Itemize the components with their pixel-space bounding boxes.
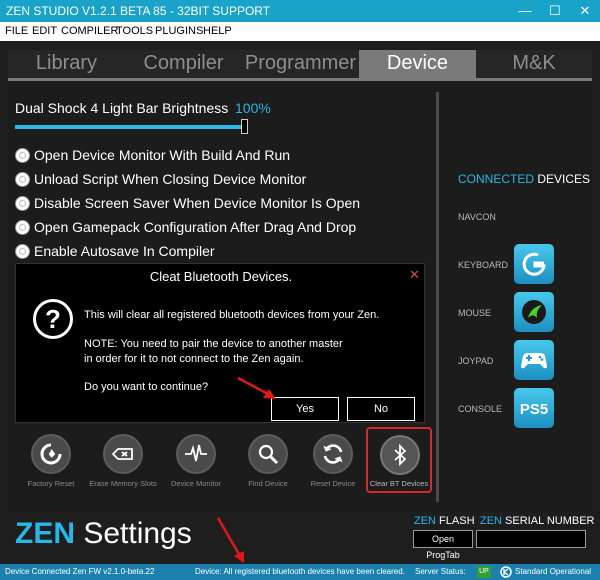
- logitech-g-icon[interactable]: [514, 244, 554, 284]
- reset-device-button[interactable]: Reset Device: [298, 429, 368, 501]
- option-radio[interactable]: [15, 244, 30, 259]
- status-operational: Standard Operational: [515, 567, 592, 576]
- connected-title-accent: CONNECTED: [458, 172, 535, 186]
- yes-button[interactable]: Yes: [271, 397, 339, 421]
- svg-text:PS5: PS5: [520, 401, 548, 418]
- option-radio[interactable]: [15, 172, 30, 187]
- option-label: Unload Script When Closing Device Monito…: [34, 171, 307, 187]
- dialog-question: Do you want to continue?: [84, 381, 209, 393]
- option-label: Disable Screen Saver When Device Monitor…: [34, 195, 361, 211]
- tool-label: Find Device: [248, 479, 288, 488]
- flash-rest: FLASH: [436, 515, 475, 527]
- menu-file[interactable]: FILE: [5, 25, 28, 37]
- zen-serial-title: ZEN SERIAL NUMBER: [480, 515, 595, 527]
- serial-number-field: [476, 530, 586, 548]
- menu-tools[interactable]: TOOLS: [116, 25, 153, 37]
- gamepad-icon[interactable]: [514, 340, 554, 380]
- minimize-button[interactable]: —: [510, 0, 540, 22]
- clear-bt-devices-button[interactable]: Clear BT Devices: [366, 427, 432, 493]
- close-button[interactable]: ✕: [570, 0, 600, 22]
- status-device-connected: Device Connected Zen FW v2.1.0-beta.22: [5, 567, 155, 576]
- menu-compiler[interactable]: COMPILER: [61, 25, 118, 37]
- tab-library[interactable]: Library: [8, 50, 125, 78]
- factory-reset-icon: [31, 434, 71, 474]
- dialog-close-icon[interactable]: ✕: [409, 267, 420, 283]
- refresh-icon: [313, 434, 353, 474]
- device-monitor-button[interactable]: Device Monitor: [161, 429, 231, 501]
- panel-divider: [436, 92, 439, 502]
- tool-label: Erase Memory Slots: [89, 479, 157, 488]
- tool-label: Factory Reset: [27, 479, 75, 488]
- option-radio[interactable]: [15, 220, 30, 235]
- razer-logo-icon[interactable]: [514, 292, 554, 332]
- title-bar: ZEN STUDIO V1.2.1 BETA 85 - 32BIT SUPPOR…: [0, 0, 600, 22]
- tool-label: Device Monitor: [170, 479, 222, 488]
- dialog-note-line1: NOTE: You need to pair the device to ano…: [84, 338, 343, 350]
- connected-title-rest: DEVICES: [534, 172, 591, 186]
- brand-accent: ZEN: [15, 517, 75, 550]
- brand-rest: Settings: [75, 517, 192, 550]
- dialog-note-line2: in order for it to not connect to the Ze…: [84, 353, 304, 365]
- menu-help[interactable]: HELP: [203, 25, 232, 37]
- dialog-message: This will clear all registered bluetooth…: [84, 309, 380, 321]
- serial-accent: ZEN: [480, 515, 502, 527]
- option-label: Open Device Monitor With Build And Run: [34, 147, 291, 163]
- dialog-title: Cleat Bluetooth Devices.: [149, 269, 293, 284]
- magnifier-icon: [248, 434, 288, 474]
- question-icon: ?: [33, 299, 73, 339]
- status-message: Device: All registered bluetooth devices…: [195, 567, 405, 576]
- tool-label: Reset Device: [310, 479, 356, 488]
- ps5-logo-icon[interactable]: PS5: [514, 388, 554, 428]
- status-server-label: Server Status:: [415, 567, 466, 576]
- brightness-value: 100%: [235, 100, 271, 116]
- find-device-button[interactable]: Find Device: [233, 429, 303, 501]
- device-label-mouse: MOUSE: [458, 308, 492, 318]
- tab-programmer[interactable]: Programmer: [242, 50, 359, 78]
- brightness-slider-thumb[interactable]: [241, 119, 248, 134]
- pulse-icon: [176, 434, 216, 474]
- open-progtab-button[interactable]: Open ProgTab: [413, 530, 473, 560]
- device-label-keyboard: KEYBOARD: [458, 260, 509, 270]
- tool-label: Clear BT Devices: [369, 479, 429, 488]
- clear-bluetooth-dialog: Cleat Bluetooth Devices. ✕ ? This will c…: [15, 263, 425, 423]
- zen-flash-title: ZEN FLASH: [414, 515, 475, 527]
- option-radio[interactable]: [15, 196, 30, 211]
- main-tabs: Library Compiler Programmer Device M&K S…: [8, 50, 592, 101]
- option-label: Enable Autosave In Compiler: [34, 243, 215, 259]
- operational-icon: [500, 566, 512, 578]
- zen-settings-brand: ZEN Settings: [15, 517, 192, 551]
- erase-memory-slots-button[interactable]: Erase Memory Slots: [88, 429, 158, 501]
- server-up-badge: UP: [477, 566, 491, 578]
- brightness-slider-track[interactable]: [15, 125, 243, 129]
- maximize-button[interactable]: ☐: [540, 0, 570, 22]
- menu-bar: FILE EDIT COMPILER TOOLS PLUGINS HELP: [0, 22, 600, 41]
- no-button[interactable]: No: [347, 397, 415, 421]
- factory-reset-button[interactable]: Factory Reset: [16, 429, 86, 501]
- device-label-navcon: NAVCON: [458, 212, 496, 222]
- arrow-to-status-message: [216, 517, 244, 563]
- tab-mk-settings[interactable]: M&K Settings: [476, 50, 592, 101]
- option-radio[interactable]: [15, 148, 30, 163]
- serial-rest: SERIAL NUMBER: [502, 515, 595, 527]
- tab-device[interactable]: Device: [359, 50, 476, 78]
- tab-compiler[interactable]: Compiler: [125, 50, 242, 78]
- option-label: Open Gamepack Configuration After Drag A…: [34, 219, 357, 235]
- device-label-joypad: JOYPAD: [458, 356, 494, 366]
- menu-plugins[interactable]: PLUGINS: [155, 25, 203, 37]
- flash-accent: ZEN: [414, 515, 436, 527]
- erase-memory-icon: [103, 434, 143, 474]
- window-title: ZEN STUDIO V1.2.1 BETA 85 - 32BIT SUPPOR…: [6, 4, 271, 18]
- menu-edit[interactable]: EDIT: [32, 25, 57, 37]
- device-label-console: CONSOLE: [458, 404, 503, 414]
- connected-devices-title: CONNECTED DEVICES: [458, 172, 590, 186]
- bluetooth-icon: [380, 435, 420, 475]
- brightness-label: Dual Shock 4 Light Bar Brightness: [15, 100, 229, 116]
